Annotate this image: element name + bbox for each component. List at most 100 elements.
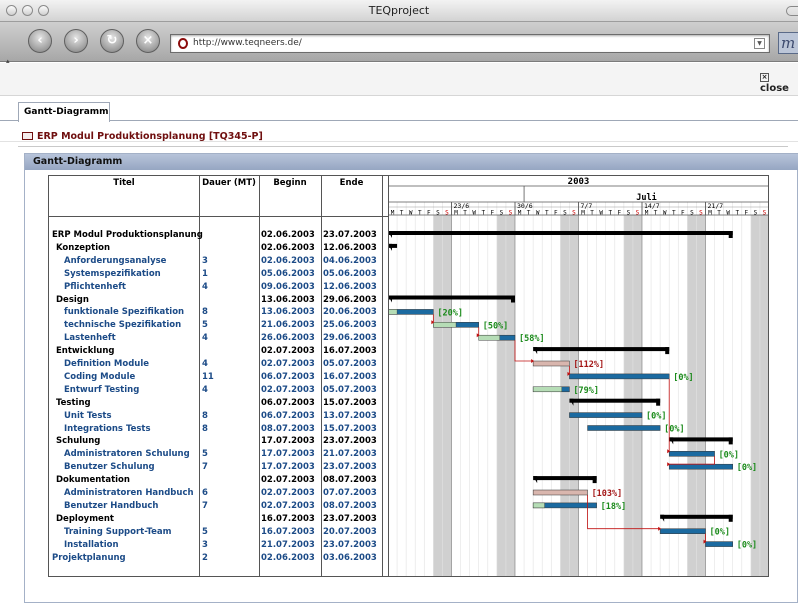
weekday-letter: S <box>699 210 703 217</box>
task-percent-label: [20%] <box>437 308 463 318</box>
task-percent-label: [0%] <box>737 463 757 473</box>
summary-bar <box>660 514 733 519</box>
task-begin-date: 17.07.2003 <box>261 462 315 473</box>
weekday-letter: T <box>735 210 739 217</box>
app-logo-icon: m <box>778 32 798 54</box>
summary-bar <box>388 231 733 235</box>
weekend-shade <box>623 215 633 577</box>
task-end-date: 16.07.2003 <box>323 371 377 382</box>
task-end-date: 16.07.2003 <box>323 346 377 357</box>
summary-bar-cap <box>656 398 661 406</box>
weekday-letter: W <box>472 210 476 217</box>
reload-icon[interactable]: ↻ <box>100 29 124 53</box>
task-title: Entwicklung <box>56 346 115 357</box>
window-titlebar: TEQproject <box>0 0 798 22</box>
weekday-letter: S <box>690 210 694 217</box>
task-end-date: 29.06.2003 <box>323 294 377 305</box>
task-progress <box>388 309 398 315</box>
column-header-titel[interactable]: Titel <box>49 176 199 216</box>
task-progress <box>532 386 563 393</box>
task-title[interactable]: Unit Tests <box>64 410 195 422</box>
weekday-letter: T <box>463 210 467 217</box>
task-duration <box>202 242 257 254</box>
task-end-date: 29.06.2003 <box>323 333 377 344</box>
close-button[interactable]: ×close <box>760 72 798 94</box>
task-title: Deployment <box>56 513 114 524</box>
task-bar <box>569 373 670 380</box>
weekday-letter: S <box>754 210 758 217</box>
weekday-letter: S <box>763 210 767 217</box>
column-header-ende[interactable]: Ende <box>321 176 382 216</box>
task-duration: 3 <box>202 255 208 266</box>
task-title[interactable]: Pflichtenheft <box>64 281 195 293</box>
task-title[interactable]: Coding Module <box>64 371 195 383</box>
task-title[interactable]: Definition Module <box>64 358 195 370</box>
task-title[interactable]: Administratoren Schulung <box>64 448 195 460</box>
task-end-date: 21.07.2003 <box>323 449 377 460</box>
weekend-shade <box>569 215 579 577</box>
task-title[interactable]: Systemspezifikation <box>64 268 195 280</box>
column-header-dauer[interactable]: Dauer (MT) <box>199 176 259 216</box>
task-end-date: 23.07.2003 <box>323 230 377 240</box>
weekday-letter: M <box>454 210 458 217</box>
weekday-letter: T <box>545 210 549 217</box>
forward-icon[interactable]: › <box>64 29 88 53</box>
back-icon[interactable]: ‹ <box>28 29 52 53</box>
tab-bar: Gantt-Diagramm <box>0 98 798 122</box>
task-title[interactable]: Administratoren Handbuch <box>64 487 195 499</box>
task-end-date: 07.07.2003 <box>323 488 377 498</box>
task-duration: 4 <box>202 333 208 344</box>
task-title[interactable]: Integrations Tests <box>64 423 195 435</box>
task-end-date: 20.07.2003 <box>323 526 377 537</box>
project-icon <box>22 132 33 140</box>
url-text[interactable]: http://www.teqneers.de/ <box>193 38 302 48</box>
weekday-letter: S <box>445 210 449 217</box>
task-title[interactable]: Installation <box>64 539 195 551</box>
task-title[interactable]: Training Support-Team <box>64 526 195 538</box>
summary-bar <box>669 437 733 442</box>
task-duration <box>202 397 257 409</box>
weekday-letter: M <box>518 210 522 217</box>
weekday-letter: F <box>745 210 749 217</box>
weekday-letter: T <box>590 210 594 217</box>
task-begin-date: 02.06.2003 <box>261 230 315 240</box>
toolbar-toggle-button[interactable] <box>786 6 798 16</box>
weekend-shade <box>696 215 706 577</box>
task-begin-date: 02.07.2003 <box>261 475 315 486</box>
task-end-date: 15.07.2003 <box>323 397 377 408</box>
task-title[interactable]: Lastenheft <box>64 332 195 344</box>
weekend-shade <box>433 215 443 577</box>
task-duration <box>202 435 257 447</box>
task-end-date: 23.07.2003 <box>323 513 377 524</box>
weekday-letter: W <box>599 210 603 217</box>
summary-bar <box>388 295 515 300</box>
breadcrumb[interactable]: ERP Modul Produktionsplanung [TQ345-P] <box>22 131 263 142</box>
weekday-letter: M <box>581 210 585 217</box>
task-begin-date: 26.06.2003 <box>261 333 315 344</box>
weekend-shade <box>632 215 642 577</box>
task-title[interactable]: funktionale Spezifikation <box>64 306 195 318</box>
task-title[interactable]: technische Spezifikation <box>64 319 195 331</box>
task-title[interactable]: Projektplanung <box>52 552 195 564</box>
task-percent-label: [58%] <box>519 334 545 344</box>
breadcrumb-label: ERP Modul Produktionsplanung [TQ345-P] <box>37 131 263 142</box>
page-header-band <box>0 63 798 142</box>
weekday-letter: F <box>618 210 622 217</box>
task-title[interactable]: Anforderungsanalyse <box>64 255 195 267</box>
column-header-beginn[interactable]: Beginn <box>259 176 321 216</box>
weekend-shade <box>442 215 452 577</box>
task-title[interactable]: Benutzer Schulung <box>64 461 195 473</box>
task-title[interactable]: Entwurf Testing <box>64 384 195 396</box>
task-begin-date: 02.07.2003 <box>261 346 315 357</box>
stop-icon[interactable]: × <box>136 29 160 53</box>
summary-bar <box>533 347 670 352</box>
task-percent-label: [103%] <box>592 489 623 499</box>
task-title[interactable]: Benutzer Handbuch <box>64 500 195 512</box>
tab-gantt[interactable]: Gantt-Diagramm <box>18 102 110 122</box>
address-dropdown-icon[interactable]: ▼ <box>754 38 765 49</box>
task-progress <box>433 322 457 328</box>
address-bar[interactable]: http://www.teqneers.de/ ▼ <box>170 34 770 53</box>
task-end-date: 05.06.2003 <box>323 268 377 279</box>
task-begin-date: 02.07.2003 <box>261 500 315 511</box>
weekday-letter: W <box>409 210 413 217</box>
